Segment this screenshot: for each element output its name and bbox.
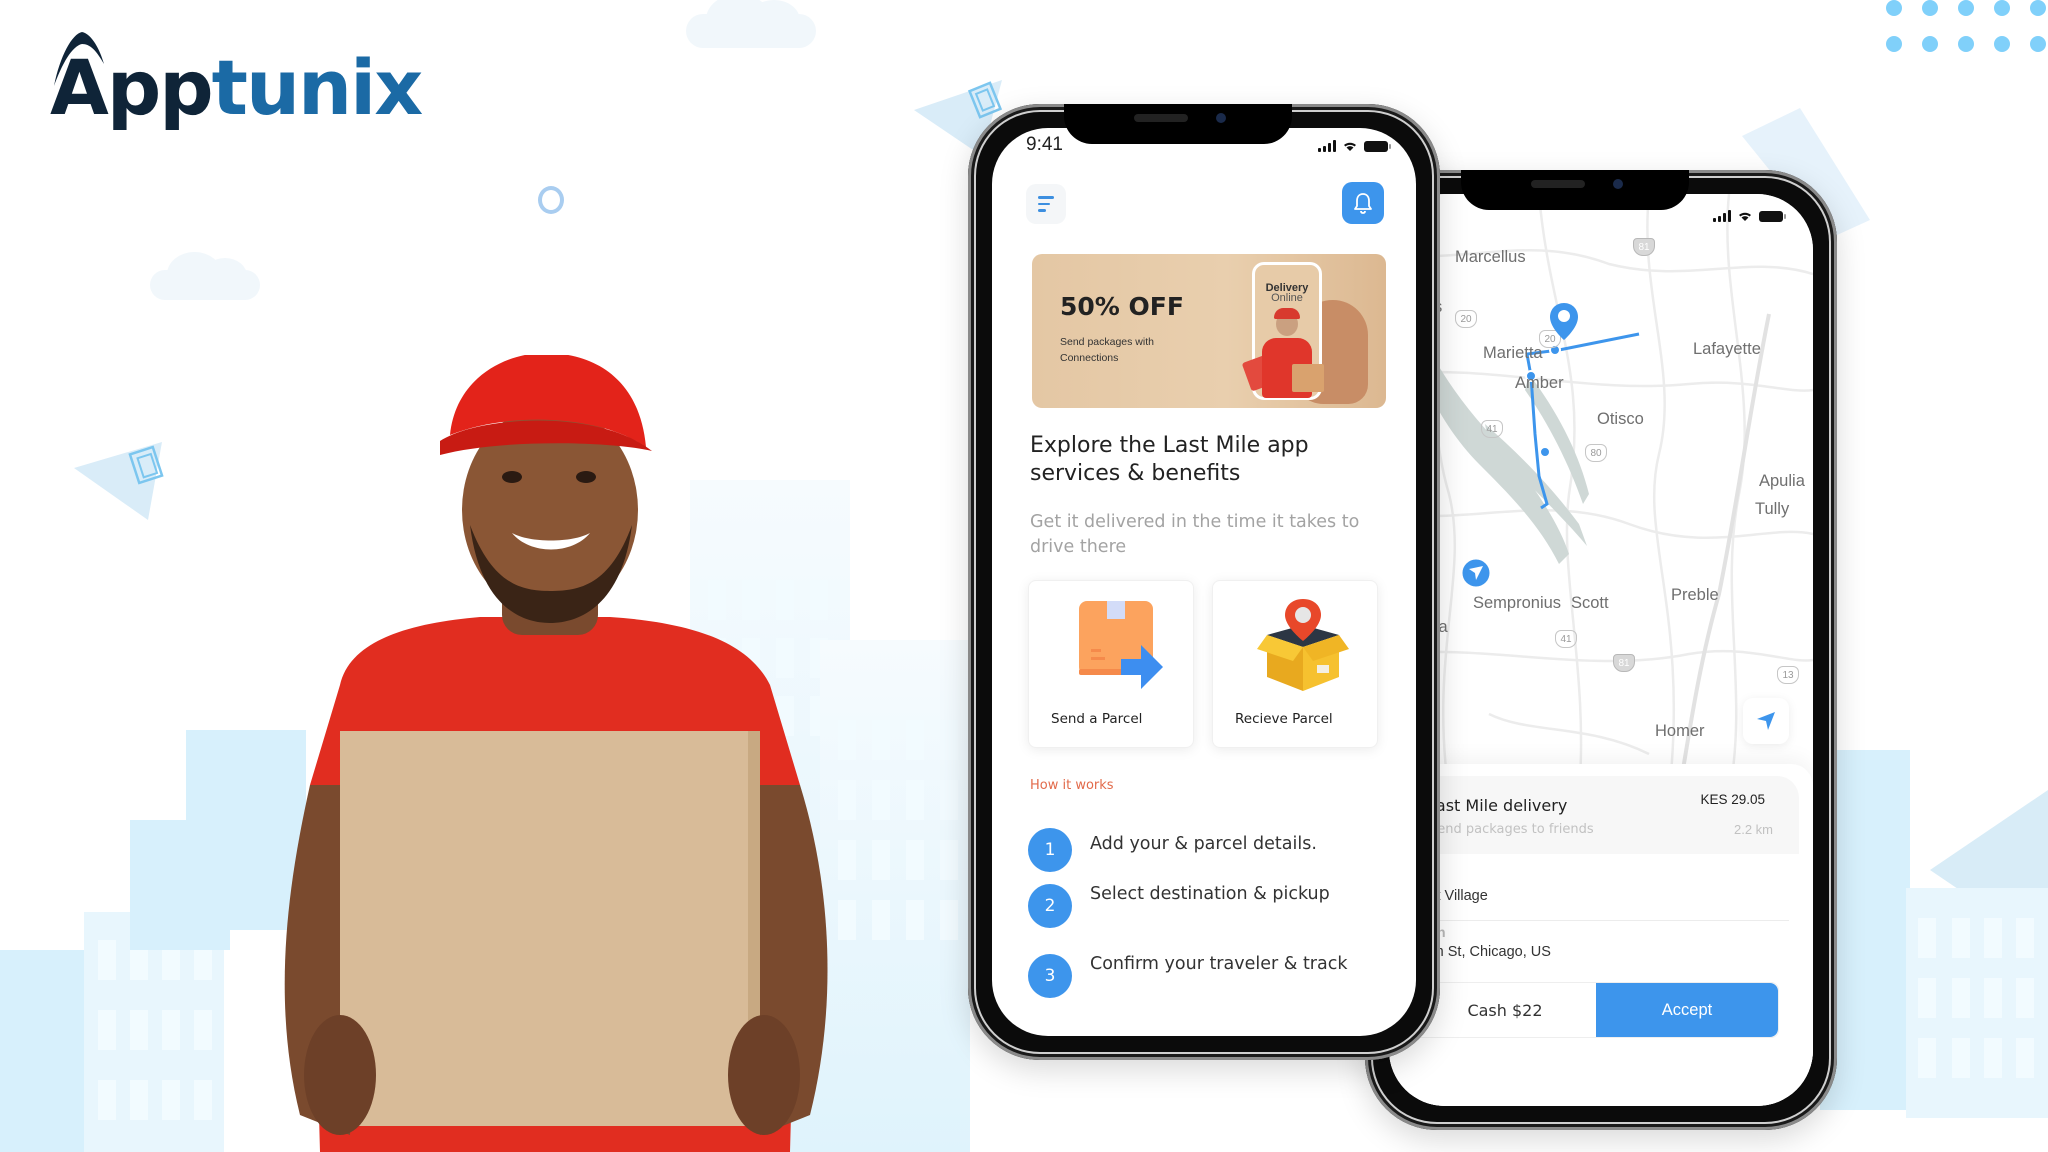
how-it-works-step: 2 Select destination & pickup (1028, 884, 1330, 928)
banner-phone-text: Delivery Online (1265, 282, 1309, 304)
map-label-amber: Amber (1515, 374, 1564, 392)
interstate-shield: 81 (1633, 238, 1655, 256)
delivery-man-illustration (284, 355, 828, 1152)
phone-notch (1064, 104, 1292, 144)
interstate-shield: 81 (1613, 654, 1635, 672)
delivery-summary[interactable]: Last Mile delivery Send packages to frie… (1389, 776, 1799, 854)
recenter-button[interactable] (1743, 698, 1789, 744)
banner-subtitle: Send packages with Connections (1060, 336, 1154, 364)
accept-button[interactable]: Accept (1596, 983, 1778, 1037)
building-decoration (0, 950, 90, 1152)
signal-icon (1318, 140, 1336, 152)
home-screen: 9:41 50% OFF Send packages with Connecti… (992, 128, 1416, 1036)
delivery-distance: 2.2 km (1733, 822, 1773, 837)
step-text: Select destination & pickup (1090, 884, 1330, 904)
divider (1401, 920, 1789, 921)
road-shield: 41 (1555, 630, 1577, 648)
apptunix-logo: Apptunix (50, 28, 423, 138)
phone-notch (1461, 170, 1689, 210)
status-icons (1713, 210, 1786, 222)
section-subtitle: Get it delivered in the time it takes to… (1030, 512, 1360, 557)
road-shield: 80 (1585, 444, 1607, 462)
section-title: Explore the Last Mile app services & ben… (1030, 433, 1309, 486)
send-parcel-card[interactable]: Send a Parcel (1028, 580, 1194, 748)
bell-icon (1354, 193, 1372, 214)
banner-title: 50% OFF (1060, 292, 1184, 321)
ring-decoration (538, 186, 564, 214)
wifi-icon (1344, 142, 1356, 151)
road-shield: 20 (1455, 310, 1477, 328)
map-label-sempronius: Sempronius (1473, 594, 1562, 612)
status-time: 9:41 (1026, 134, 1063, 155)
paper-plane-decoration (74, 442, 164, 520)
menu-button[interactable] (1026, 184, 1066, 224)
notification-button[interactable] (1342, 182, 1384, 224)
road-shield: 41 (1481, 420, 1503, 438)
step-text: Add your & parcel details. (1090, 834, 1317, 854)
road-shield: 13 (1777, 666, 1799, 684)
map-label-lafayette: Lafayette (1693, 340, 1761, 358)
battery-icon (1759, 210, 1786, 222)
cloud-decoration (150, 252, 260, 300)
phone-home-screen: 9:41 50% OFF Send packages with Connecti… (968, 104, 1440, 1060)
promo-banner[interactable]: 50% OFF Send packages with Connections D… (1032, 254, 1386, 408)
map-label-otisco: Otisco (1597, 410, 1644, 428)
how-it-works-title: How it works (1030, 778, 1114, 793)
map-label-scott: Scott (1571, 594, 1609, 612)
step-number-badge: 3 (1028, 954, 1072, 998)
building-decoration (1906, 888, 2048, 1118)
step-number-badge: 1 (1028, 828, 1072, 872)
courier-cap-illustration (1274, 308, 1300, 319)
receive-parcel-icon (1257, 599, 1349, 691)
building-decoration (820, 640, 970, 1152)
map-label-apulia: Apulia (1759, 472, 1805, 490)
map-screen: Marcellus eateles Marietta Amber Lafayet… (1389, 194, 1813, 1106)
package-illustration (1292, 364, 1324, 392)
step-number-badge: 2 (1028, 884, 1072, 928)
current-location-marker-icon (1459, 556, 1493, 590)
delivery-price: KES 29.05 (1700, 792, 1765, 807)
delivery-title: Last Mile delivery (1427, 796, 1568, 815)
wifi-icon (1739, 212, 1751, 221)
status-icons (1318, 140, 1391, 152)
delivery-bottom-sheet: Last Mile delivery Send packages to frie… (1389, 764, 1813, 1106)
action-bar: Cash $22 Accept (1413, 982, 1779, 1038)
delivery-subtitle: Send packages to friends (1429, 822, 1594, 837)
battery-icon (1364, 140, 1391, 152)
destination-pin-icon (1550, 303, 1578, 340)
how-it-works-step: 1 Add your & parcel details. (1028, 828, 1317, 872)
map-label-marcellus: Marcellus (1455, 248, 1526, 266)
logo-text: Apptunix (50, 43, 423, 132)
send-parcel-icon (1079, 601, 1163, 689)
send-parcel-label: Send a Parcel (1051, 711, 1143, 727)
receive-parcel-label: Recieve Parcel (1235, 711, 1333, 727)
map-label-preble: Preble (1671, 586, 1719, 604)
cash-button[interactable]: Cash $22 (1414, 983, 1596, 1037)
signal-icon (1713, 210, 1731, 222)
cloud-decoration (686, 0, 816, 48)
map-label-tully: Tully (1755, 500, 1790, 518)
map-label-homer: Homer (1655, 722, 1705, 740)
navigation-arrow-icon (1757, 712, 1775, 730)
receive-parcel-card[interactable]: Recieve Parcel (1212, 580, 1378, 748)
how-it-works-step: 3 Confirm your traveler & track (1028, 954, 1347, 998)
map-label-marietta: Marietta (1483, 344, 1543, 362)
step-text: Confirm your traveler & track (1090, 954, 1348, 974)
